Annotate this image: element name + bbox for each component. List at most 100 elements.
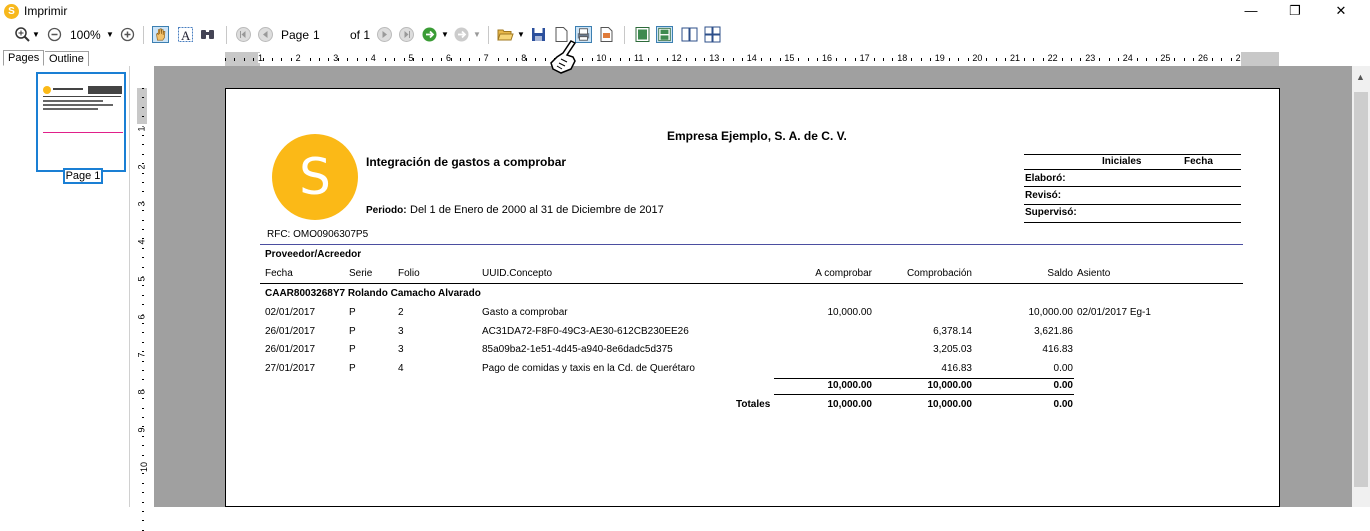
export-icon[interactable] [598, 26, 615, 43]
tab-outline[interactable]: Outline [45, 51, 89, 67]
vruler-tick [142, 144, 144, 146]
open-folder-icon[interactable] [497, 26, 514, 43]
ruler-number: 15 [784, 53, 795, 63]
page-input[interactable]: 1 [313, 26, 343, 44]
vruler-number: 5 [136, 276, 147, 282]
ruler-tick [723, 58, 725, 61]
ruler-tick [1136, 58, 1138, 61]
minimize-button[interactable]: — [1228, 0, 1274, 22]
row-folio: 4 [398, 362, 404, 374]
continuous-view-icon[interactable] [656, 26, 673, 43]
header-divider [260, 244, 1243, 245]
sign-date-header: Fecha [1184, 156, 1213, 167]
hand-tool-icon[interactable] [152, 26, 169, 43]
ruler-tick [807, 58, 809, 61]
zoom-in-icon[interactable] [14, 26, 31, 43]
vruler-tick [142, 229, 144, 230]
vruler-tick [142, 135, 144, 136]
vruler-tick [142, 210, 144, 212]
ruler-tick [770, 58, 772, 61]
ruler-tick [469, 58, 471, 61]
sign-line [1024, 154, 1241, 155]
title-bar: S Imprimir — ❐ ✕ [0, 0, 1370, 23]
row-serie: P [349, 325, 356, 337]
open-dropdown-icon[interactable]: ▼ [517, 26, 525, 44]
vruler-number: 2 [136, 164, 147, 170]
zoom-out-icon[interactable] [46, 26, 63, 43]
ruler-number: 12 [671, 53, 682, 63]
col-comprobacion: Comprobación [906, 268, 972, 279]
ruler-tick [1221, 58, 1223, 61]
ruler-tick [619, 58, 621, 61]
subtotal-line [774, 378, 1074, 379]
multi-page-view-icon[interactable] [704, 26, 721, 43]
sign-row-elaboro: Elaboró: [1025, 173, 1066, 184]
vruler-tick [142, 247, 144, 249]
thumbnail-label[interactable]: Page 1 [63, 168, 103, 184]
toolbar-separator [143, 26, 144, 44]
ruler-tick [535, 58, 537, 61]
ruler-number: 11 [634, 53, 644, 63]
ruler-tick [883, 58, 884, 61]
ruler-tick [610, 58, 612, 61]
ruler-tick [873, 58, 875, 61]
ruler-tick [1005, 58, 1007, 61]
vruler-tick [142, 257, 144, 259]
ruler-tick [347, 58, 349, 61]
vruler-tick [142, 294, 144, 296]
vruler-tick [142, 172, 144, 174]
vruler-tick [142, 501, 144, 503]
vruler-tick [142, 219, 144, 221]
vertical-scrollbar[interactable]: ▲ [1352, 66, 1370, 507]
scrollbar-thumb[interactable] [1354, 92, 1368, 487]
zoom-dropdown-icon[interactable]: ▼ [32, 26, 40, 44]
row-uuid: Gasto a comprobar [482, 307, 568, 318]
ruler-number: 26 [1198, 53, 1209, 63]
ruler-tick [986, 58, 988, 61]
row-uuid: Pago de comidas y taxis en la Cd. de Que… [482, 362, 695, 374]
text-select-icon[interactable]: A [177, 26, 194, 43]
two-page-view-icon[interactable] [681, 26, 698, 43]
close-button[interactable]: ✕ [1318, 0, 1364, 22]
ruler-tick [1024, 58, 1025, 61]
page-thumbnail[interactable] [36, 72, 126, 172]
ruler-tick [356, 58, 358, 61]
maximize-button[interactable]: ❐ [1272, 0, 1318, 22]
previous-page-icon[interactable] [257, 26, 274, 43]
next-page-icon[interactable] [376, 26, 393, 43]
last-page-icon[interactable] [398, 26, 415, 43]
page-label: Page [281, 28, 310, 42]
go-forward-icon[interactable] [421, 26, 438, 43]
vertical-ruler: 1 2 3 4 5 6 7 8 9 10 [130, 66, 154, 531]
row-comprobacion: 3,205.03 [933, 344, 972, 355]
single-page-view-icon[interactable] [634, 26, 651, 43]
zoom-level-dropdown-icon[interactable]: ▼ [106, 26, 114, 44]
go-back-icon[interactable] [453, 26, 470, 43]
ruler-tick [460, 58, 461, 61]
ruler-number: 5 [408, 53, 414, 63]
vruler-tick [142, 520, 144, 522]
zoom-plus-icon[interactable] [119, 26, 136, 43]
scroll-up-icon[interactable]: ▲ [1356, 72, 1365, 82]
row-fecha: 26/01/2017 [265, 344, 316, 355]
save-icon[interactable] [530, 26, 547, 43]
vruler-number: 9 [136, 427, 147, 433]
zoom-level[interactable]: 100% [70, 26, 101, 44]
ruler-tick [1146, 58, 1148, 61]
ruler-tick [225, 58, 226, 61]
go-forward-dropdown-icon[interactable]: ▼ [441, 26, 449, 44]
ruler-number: 3 [333, 53, 339, 63]
row-folio: 2 [398, 307, 404, 318]
ruler-tick [1080, 58, 1082, 61]
ruler-tick [1193, 58, 1195, 61]
go-back-dropdown-icon[interactable]: ▼ [473, 26, 481, 44]
ruler-tick [1183, 58, 1185, 61]
ruler-number: 1 [258, 53, 264, 63]
vruler-tick [142, 285, 144, 287]
ruler-number: 13 [709, 53, 720, 63]
vruler-number: 1 [136, 126, 147, 132]
tab-pages[interactable]: Pages [3, 50, 45, 66]
find-icon[interactable] [199, 26, 216, 43]
first-page-icon[interactable] [235, 26, 252, 43]
subtotal-a-comprobar: 10,000.00 [827, 380, 873, 391]
